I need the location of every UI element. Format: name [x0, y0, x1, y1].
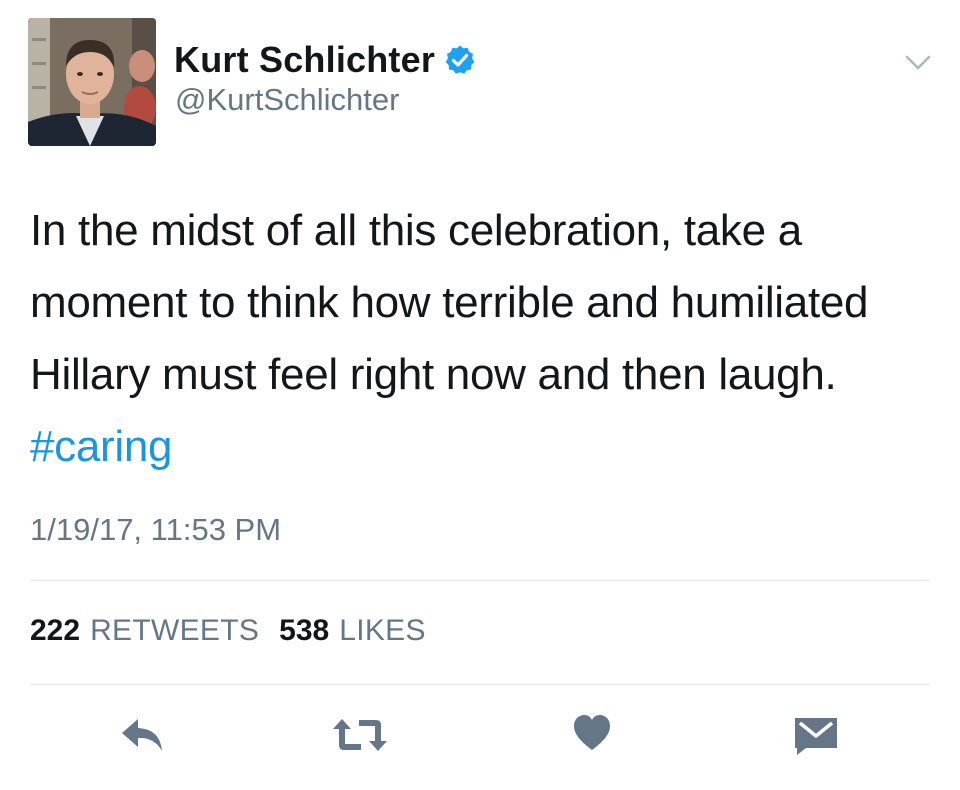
tweet-text: In the midst of all this celebration, ta…: [30, 195, 945, 483]
divider: [30, 684, 930, 685]
likes-stat[interactable]: 538 LIKES: [279, 614, 426, 648]
retweets-label: RETWEETS: [90, 614, 260, 647]
retweet-button[interactable]: [330, 715, 390, 755]
likes-label: LIKES: [339, 614, 426, 647]
avatar-photo: [28, 18, 156, 146]
author-row: Kurt Schlichter: [174, 38, 476, 82]
retweets-count: 222: [30, 614, 81, 647]
like-button[interactable]: [572, 713, 612, 753]
direct-message-button[interactable]: [792, 712, 840, 756]
divider: [30, 580, 930, 581]
hashtag-link[interactable]: #caring: [30, 422, 173, 471]
retweet-icon: [333, 719, 387, 751]
verified-badge-icon: [444, 44, 476, 76]
heart-icon: [574, 715, 610, 750]
user-handle[interactable]: @KurtSchlichter: [175, 82, 399, 118]
envelope-icon: [795, 718, 837, 755]
reply-icon: [122, 719, 162, 751]
retweets-stat[interactable]: 222 RETWEETS: [30, 614, 259, 648]
avatar[interactable]: [28, 18, 156, 146]
likes-count: 538: [279, 614, 330, 647]
chevron-down-icon[interactable]: [904, 54, 932, 72]
tweet-body: In the midst of all this celebration, ta…: [30, 206, 869, 399]
tweet-timestamp[interactable]: 1/19/17, 11:53 PM: [30, 512, 281, 548]
reply-button[interactable]: [118, 715, 166, 755]
tweet-stats: 222 RETWEETS 538 LIKES: [30, 614, 426, 648]
display-name[interactable]: Kurt Schlichter: [174, 39, 435, 81]
